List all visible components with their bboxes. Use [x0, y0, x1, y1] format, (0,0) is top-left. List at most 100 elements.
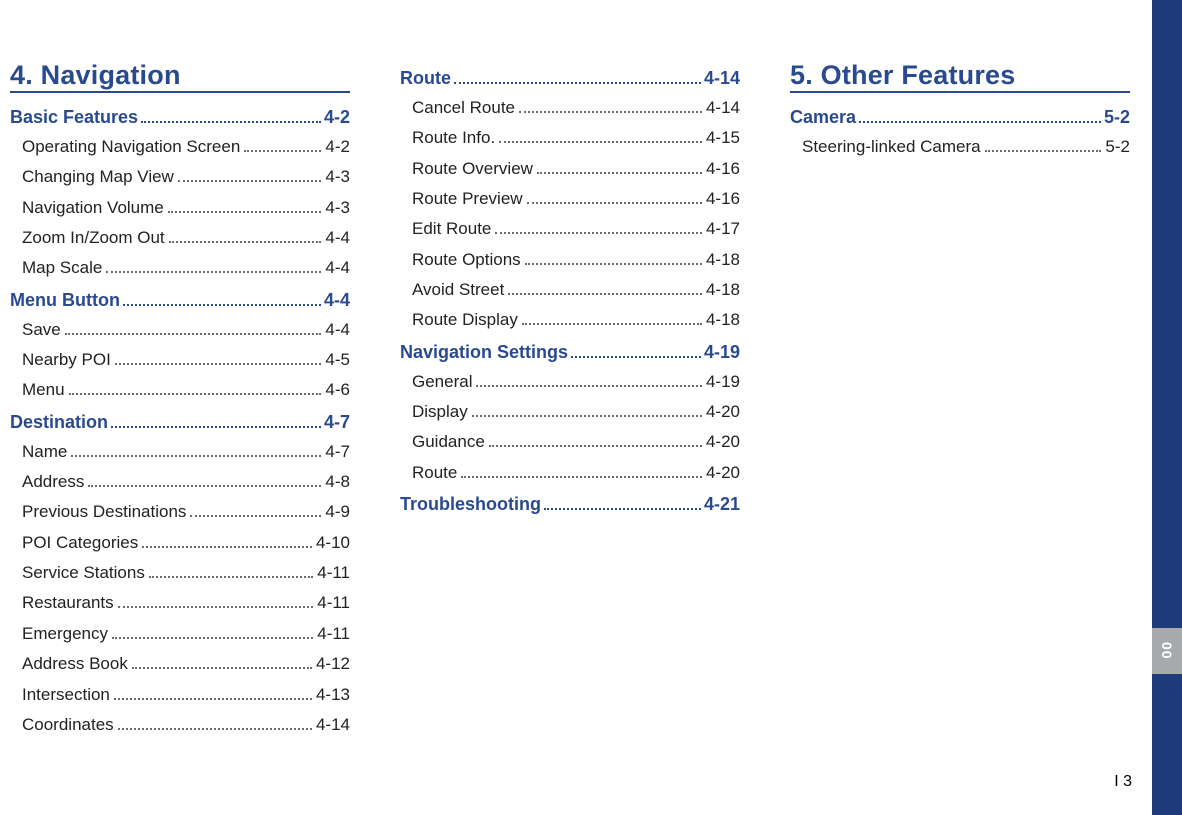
section-label: Menu Button	[10, 290, 120, 311]
toc-entry: Route Preview 4-16	[412, 186, 740, 212]
entry-label: Route Preview	[412, 186, 523, 212]
entry-page: 4-11	[317, 560, 350, 586]
dot-leader	[244, 150, 321, 152]
entry-label: Zoom In/Zoom Out	[22, 225, 165, 251]
entry-label: Menu	[22, 377, 65, 403]
dot-leader	[149, 576, 313, 578]
dot-leader	[525, 263, 702, 265]
entry-label: Steering-linked Camera	[802, 134, 981, 160]
toc-entry: Route 4-20	[412, 460, 740, 486]
dot-leader	[112, 637, 313, 639]
toc-entry: POI Categories 4-10	[22, 530, 350, 556]
dot-leader	[499, 141, 702, 143]
entry-label: Changing Map View	[22, 164, 174, 190]
toc-entry: Route Overview 4-16	[412, 156, 740, 182]
entry-page: 4-18	[706, 307, 740, 333]
toc-entry: Restaurants 4-11	[22, 590, 350, 616]
toc-entry: Steering-linked Camera 5-2	[802, 134, 1130, 160]
dot-leader	[178, 180, 322, 182]
entry-label: Route	[412, 460, 457, 486]
toc-section: Navigation Settings 4-19	[400, 342, 740, 363]
section-page: 4-7	[324, 412, 350, 433]
toc-section: Destination4-7	[10, 412, 350, 433]
entry-page: 4-9	[325, 499, 350, 525]
entry-page: 4-4	[325, 255, 350, 281]
dot-leader	[141, 121, 321, 123]
dot-leader	[454, 82, 701, 84]
entry-label: Address	[22, 469, 84, 495]
toc-entry: Nearby POI 4-5	[22, 347, 350, 373]
toc-section: Troubleshooting 4-21	[400, 494, 740, 515]
entry-page: 4-4	[325, 225, 350, 251]
entry-page: 4-18	[706, 247, 740, 273]
dot-leader	[123, 304, 321, 306]
entry-label: Navigation Volume	[22, 195, 164, 221]
entry-label: POI Categories	[22, 530, 138, 556]
entry-label: Restaurants	[22, 590, 114, 616]
entry-label: Previous Destinations	[22, 499, 186, 525]
toc-entry: Avoid Street 4-18	[412, 277, 740, 303]
toc-entry: Map Scale 4-4	[22, 255, 350, 281]
dot-leader	[132, 667, 312, 669]
dot-leader	[472, 415, 702, 417]
dot-leader	[65, 333, 322, 335]
entry-label: Display	[412, 399, 468, 425]
entry-page: 4-20	[706, 429, 740, 455]
dot-leader	[88, 485, 321, 487]
entry-page: 4-19	[706, 369, 740, 395]
entry-label: Edit Route	[412, 216, 491, 242]
entry-page: 4-2	[325, 134, 350, 160]
dot-leader	[508, 293, 702, 295]
entry-label: Name	[22, 439, 67, 465]
column-1: 4. NavigationBasic Features 4-2Operating…	[10, 60, 350, 742]
toc-entry: Service Stations 4-11	[22, 560, 350, 586]
entry-label: Operating Navigation Screen	[22, 134, 240, 160]
entry-label: Intersection	[22, 682, 110, 708]
toc-entry: Operating Navigation Screen 4-2	[22, 134, 350, 160]
entry-page: 4-3	[325, 195, 350, 221]
entry-page: 4-17	[706, 216, 740, 242]
entry-label: Guidance	[412, 429, 485, 455]
entry-label: Service Stations	[22, 560, 145, 586]
dot-leader	[985, 150, 1102, 152]
toc-section: Camera5-2	[790, 107, 1130, 128]
toc-entry: Menu 4-6	[22, 377, 350, 403]
entry-label: Nearby POI	[22, 347, 111, 373]
section-label: Route	[400, 68, 451, 89]
entry-page: 4-5	[325, 347, 350, 373]
page-number: I 3	[1114, 773, 1132, 791]
entry-label: Save	[22, 317, 61, 343]
dot-leader	[190, 515, 321, 517]
entry-page: 4-16	[706, 156, 740, 182]
toc-entry: Navigation Volume 4-3	[22, 195, 350, 221]
toc-entry: Route Options 4-18	[412, 247, 740, 273]
toc-entry: Coordinates 4-14	[22, 712, 350, 738]
dot-leader	[537, 172, 702, 174]
entry-label: Avoid Street	[412, 277, 504, 303]
dot-leader	[495, 232, 702, 234]
toc-content: 4. NavigationBasic Features 4-2Operating…	[0, 0, 1182, 742]
section-page: 4-4	[324, 290, 350, 311]
entry-page: 4-12	[316, 651, 350, 677]
entry-page: 4-20	[706, 399, 740, 425]
toc-entry: Edit Route 4-17	[412, 216, 740, 242]
entry-page: 4-10	[316, 530, 350, 556]
section-label: Troubleshooting	[400, 494, 541, 515]
toc-section: Menu Button 4-4	[10, 290, 350, 311]
dot-leader	[142, 546, 312, 548]
section-label: Camera	[790, 107, 856, 128]
entry-label: Cancel Route	[412, 95, 515, 121]
toc-section: Basic Features 4-2	[10, 107, 350, 128]
entry-page: 4-13	[316, 682, 350, 708]
section-page: 4-2	[324, 107, 350, 128]
column-3: 5. Other Features Camera5-2 Steering-linke…	[790, 60, 1130, 742]
section-label: Basic Features	[10, 107, 138, 128]
entry-page: 4-3	[325, 164, 350, 190]
toc-entry: Guidance 4-20	[412, 429, 740, 455]
chapter-title: 5. Other Features	[790, 60, 1130, 93]
dot-leader	[461, 476, 702, 478]
toc-section: Route4-14	[400, 68, 740, 89]
dot-leader	[118, 728, 312, 730]
dot-leader	[527, 202, 702, 204]
entry-page: 4-7	[325, 439, 350, 465]
